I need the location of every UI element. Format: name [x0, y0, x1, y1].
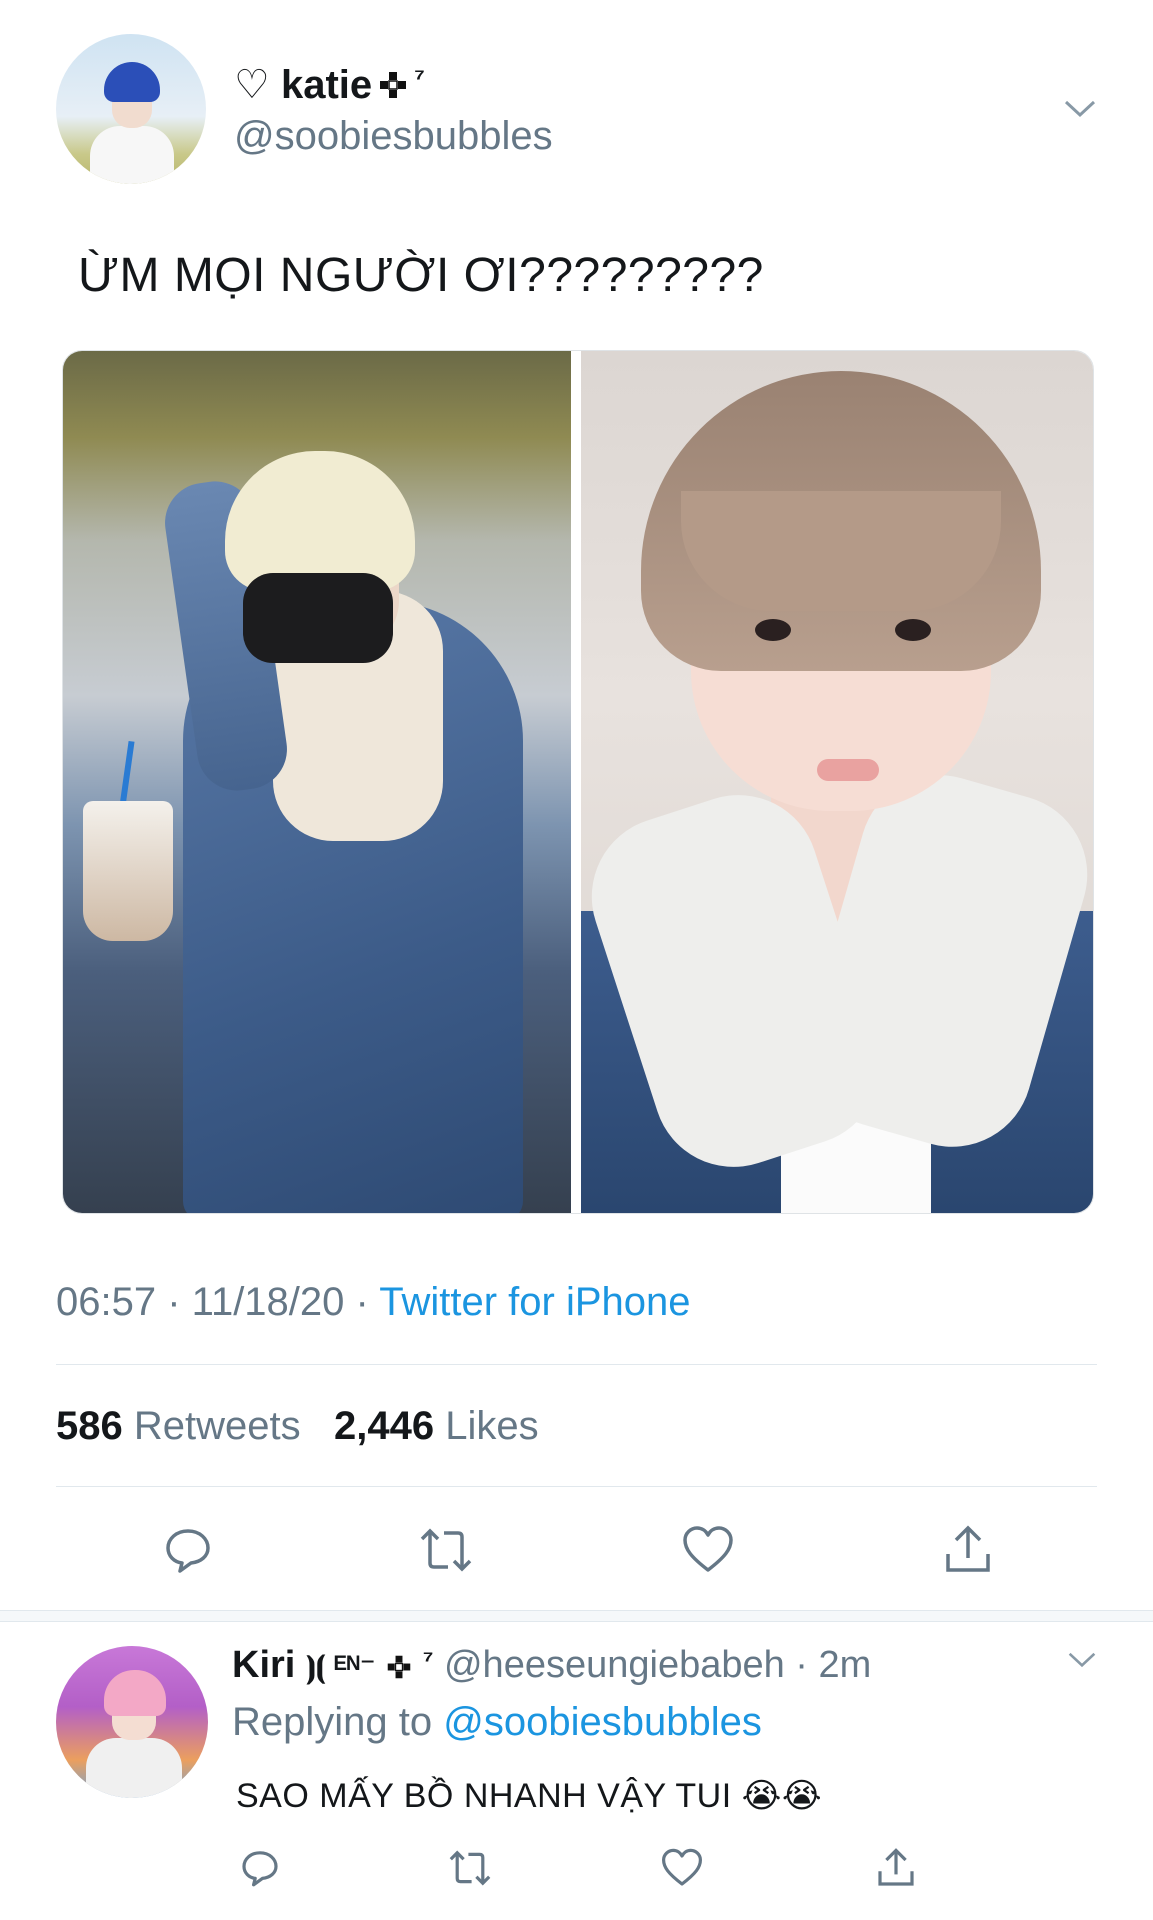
- heart-outline-icon: [662, 1848, 702, 1886]
- replying-label: Replying to: [232, 1700, 433, 1744]
- tweet-menu-button[interactable]: [1063, 98, 1097, 120]
- reply-share-button[interactable]: [872, 1844, 920, 1892]
- reply-age: 2m: [818, 1644, 872, 1686]
- reply-text: SAO MẤY BỒ NHANH VẬY TUI 😭😭: [236, 1777, 823, 1815]
- author-display-name: ♡ katie: [234, 63, 373, 107]
- divider: [56, 1364, 1097, 1365]
- retweets-stat[interactable]: 586 Retweets: [56, 1404, 312, 1448]
- section-separator: [0, 1610, 1153, 1622]
- reply-menu-button[interactable]: [1067, 1650, 1097, 1670]
- likes-label: Likes: [445, 1404, 539, 1448]
- author-name-suffix: ⁷: [414, 62, 425, 92]
- meta-separator: ·: [167, 1280, 192, 1324]
- reply-author-name[interactable]: Kiri: [232, 1644, 295, 1686]
- chevron-down-icon: [1064, 100, 1096, 118]
- tweet-stats: 586 Retweets 2,446 Likes: [56, 1404, 539, 1449]
- tweet-media[interactable]: [62, 350, 1094, 1214]
- tweet-source-link[interactable]: Twitter for iPhone: [379, 1280, 690, 1324]
- reply-author-handle[interactable]: @heeseungiebabeh: [444, 1644, 785, 1686]
- share-button[interactable]: [940, 1522, 996, 1578]
- reply-retweet-button[interactable]: [446, 1844, 494, 1892]
- photo-left[interactable]: [63, 351, 571, 1213]
- author-avatar[interactable]: [56, 34, 206, 184]
- retweet-icon: [420, 1528, 472, 1572]
- reply-author-avatar[interactable]: [56, 1646, 208, 1798]
- retweets-label: Retweets: [133, 1404, 301, 1448]
- replying-to-handle[interactable]: @soobiesbubbles: [443, 1700, 762, 1744]
- share-icon: [946, 1525, 990, 1572]
- reply-icon: [242, 1851, 278, 1887]
- share-icon: [878, 1848, 914, 1886]
- like-icon: [683, 1526, 733, 1572]
- tweet-text: ỪM MỌI NGƯỜI ƠI?????????: [78, 249, 764, 302]
- sparkle-icon: [387, 1655, 411, 1679]
- retweets-count: 586: [56, 1404, 123, 1448]
- retweet-icon: [449, 1850, 491, 1886]
- reply-name-decor: ⦘⦗ ᴱᴺ⁻: [305, 1651, 376, 1684]
- tweet-timestamp: 06:57 · 11/18/20 · Twitter for iPhone: [56, 1280, 691, 1325]
- reply-button[interactable]: [160, 1522, 216, 1578]
- sparkle-icon: [380, 72, 407, 98]
- reply-reply-button[interactable]: [236, 1844, 284, 1892]
- chevron-down-icon: [1068, 1652, 1096, 1668]
- likes-stat[interactable]: 2,446 Likes: [334, 1404, 539, 1448]
- tweet-date: 11/18/20: [191, 1280, 345, 1324]
- tweet-time: 06:57: [56, 1280, 157, 1324]
- meta-separator: ·: [784, 1644, 819, 1686]
- likes-count: 2,446: [333, 1404, 435, 1448]
- reply-icon: [166, 1529, 210, 1573]
- meta-separator: ·: [355, 1280, 380, 1324]
- like-button[interactable]: [680, 1522, 736, 1578]
- reply-like-button[interactable]: [658, 1844, 706, 1892]
- photo-right[interactable]: [581, 351, 1093, 1213]
- author-handle[interactable]: @soobiesbubbles: [234, 114, 553, 159]
- divider: [56, 1486, 1097, 1487]
- replying-to: Replying to @soobiesbubbles: [232, 1700, 762, 1745]
- author-name[interactable]: ♡ katie ⁷: [234, 62, 425, 108]
- retweet-button[interactable]: [418, 1522, 474, 1578]
- reply-header: Kiri ⦘⦗ ᴱᴺ⁻ ⁷ @heeseungiebabeh · 2m: [232, 1644, 871, 1687]
- reply-name-suffix: ⁷: [422, 1644, 434, 1674]
